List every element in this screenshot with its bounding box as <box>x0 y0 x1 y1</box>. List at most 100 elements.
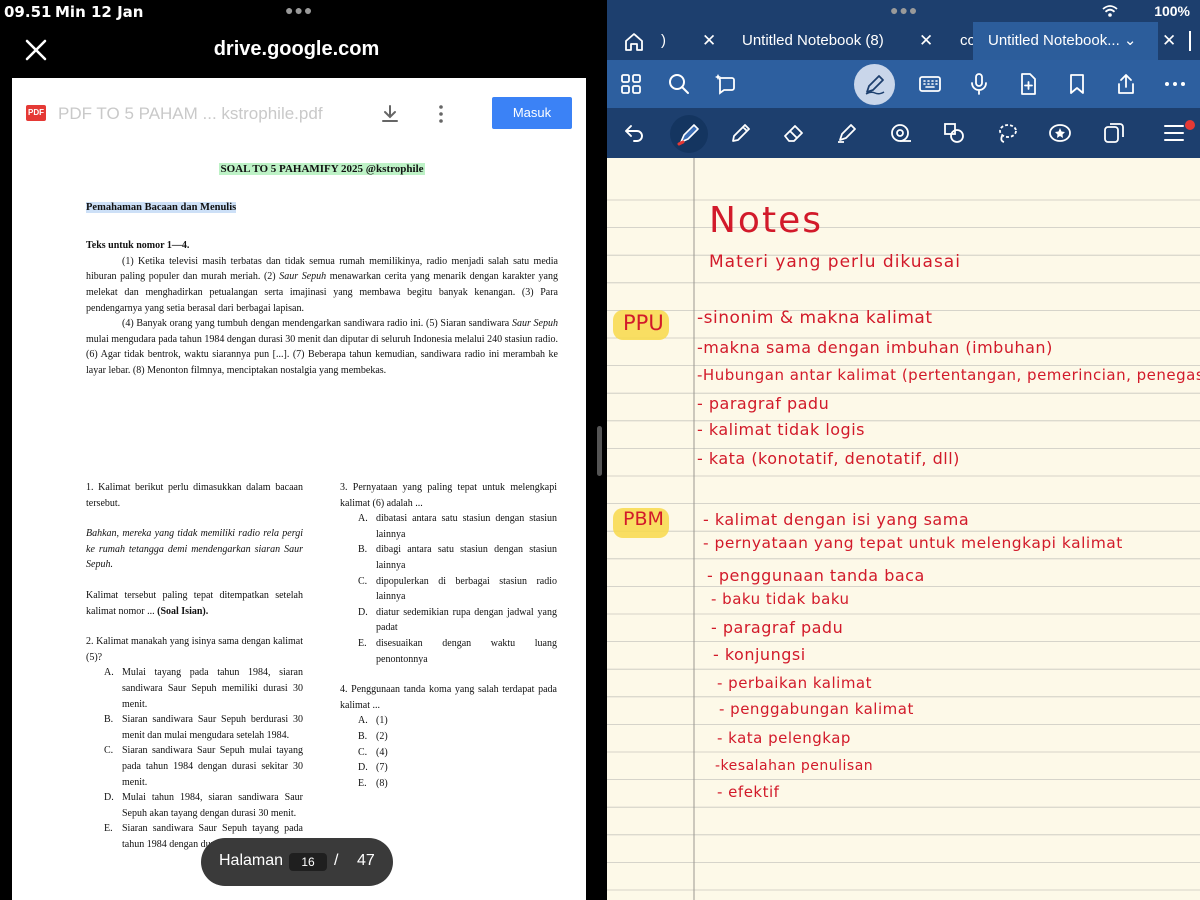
pbm-topic-item: - penggabungan kalimat <box>719 700 914 718</box>
highlighter-icon[interactable] <box>835 121 859 145</box>
tab-close-icon[interactable]: ✕ <box>702 22 716 60</box>
pbm-topic-item: - kalimat dengan isi yang sama <box>703 510 970 529</box>
eraser-icon[interactable] <box>782 121 806 145</box>
sticker-icon[interactable] <box>1048 121 1072 145</box>
share-icon[interactable] <box>1114 72 1138 96</box>
answer-option-letter: A. <box>358 513 368 525</box>
answer-option-text: dipopulerkan di berbagai stasiun radio l… <box>376 575 557 603</box>
answer-option-letter: E. <box>104 823 113 835</box>
question-3-options: A. dibatasi antara satu stasiun dengan st… <box>340 511 557 667</box>
answer-option-text: (4) <box>376 746 388 758</box>
drive-pdf-pane: 09.51 Min 12 Jan ●●● drive.google.com PD… <box>0 0 593 900</box>
section-heading-text: Pemahaman Bacaan dan Menulis <box>86 201 237 213</box>
tab-untitled-notebook-8[interactable]: Untitled Notebook (8) <box>742 22 884 60</box>
answer-option: B. Siaran sandiwara Saur Sepuh berdurasi … <box>86 712 303 743</box>
pbm-topic-item: - perbaikan kalimat <box>717 674 873 692</box>
pbm-topic-item: - pernyataan yang tepat untuk melengkapi… <box>703 534 1123 552</box>
answer-option-letter: D. <box>358 762 368 774</box>
pen-mode-icon[interactable] <box>863 72 887 96</box>
answer-option: B. dibagi antara satu stasiun dengan stas… <box>340 542 557 573</box>
search-icon[interactable] <box>667 72 691 96</box>
question-2-options: A. Mulai tayang pada tahun 1984, siaran s… <box>86 665 303 852</box>
grid-icon[interactable] <box>619 72 643 96</box>
microphone-icon[interactable] <box>967 72 991 96</box>
answer-option-text: diatur sedemikian rupa dengan jadwal yan… <box>376 606 557 634</box>
tab-active-label: Untitled Notebook... <box>988 32 1120 49</box>
total-pages: 47 <box>357 852 375 869</box>
signin-button[interactable]: Masuk <box>492 97 572 129</box>
home-icon[interactable] <box>622 30 646 54</box>
divider-handle[interactable] <box>597 426 602 476</box>
answer-option-text: (8) <box>376 777 388 789</box>
chevron-down-icon[interactable]: ⌄ <box>1124 32 1137 49</box>
split-divider[interactable] <box>593 0 607 900</box>
more-icon[interactable] <box>1163 72 1187 96</box>
answer-option: A. (1) <box>340 713 557 729</box>
pbm-topic-item: -kesalahan penulisan <box>715 758 874 774</box>
answer-option-letter: B. <box>358 730 368 742</box>
tape-icon[interactable] <box>889 121 913 145</box>
question-1-stem: 1. Kalimat berikut perlu dimasukkan dala… <box>86 482 303 509</box>
answer-option: B. (2) <box>340 729 557 745</box>
multitask-handle-right[interactable]: ●●● <box>890 2 918 18</box>
more-vertical-icon[interactable] <box>436 104 446 124</box>
answer-option-text: (1) <box>376 715 388 727</box>
tab-close-icon[interactable]: ✕ <box>919 22 933 60</box>
bookmark-icon[interactable] <box>1065 72 1089 96</box>
multitask-handle-left[interactable]: ●●● <box>285 2 313 18</box>
answer-option: E. (8) <box>340 776 557 792</box>
question-2-stem: 2. Kalimat manakah yang isinya sama deng… <box>86 636 303 663</box>
paragraph-1-italic: Saur Sepuh <box>279 271 327 283</box>
answer-option-letter: A. <box>104 667 114 679</box>
pbm-topic-item: - penggunaan tanda baca <box>707 566 925 585</box>
pdf-file-icon: PDF <box>26 105 46 121</box>
answer-option-text: dibatasi antara satu stasiun dengan stas… <box>376 513 557 540</box>
tab-overflow-indicator <box>1189 31 1200 51</box>
ppu-topic-item: -Hubungan antar kalimat (pertentangan, p… <box>697 366 1200 384</box>
add-page-icon[interactable] <box>1016 72 1040 96</box>
answer-option-letter: B. <box>358 544 368 556</box>
answer-option-letter: C. <box>358 575 368 587</box>
pbm-topic-item: - paragraf padu <box>711 618 844 637</box>
notebook-paper[interactable]: Notes Materi yang perlu dikuasai PPU PBM… <box>607 158 1200 900</box>
answer-option: D. diatur sedemikian rupa dengan jadwal y… <box>340 605 557 636</box>
image-icon[interactable] <box>1102 121 1126 145</box>
tab-close-icon[interactable]: ✕ <box>1162 22 1176 60</box>
ppu-topic-item: - kata (konotatif, denotatif, dll) <box>697 449 960 468</box>
status-date: Min 12 Jan <box>55 3 144 21</box>
notes-title: Notes <box>709 200 823 241</box>
paragraph-2-italic: Saur Sepuh <box>511 318 558 330</box>
download-icon[interactable] <box>380 104 400 124</box>
answer-option-text: Mulai tayang pada tahun 1984, siaran san… <box>122 667 303 710</box>
answer-option-text: (7) <box>376 762 388 774</box>
tab-untitled-notebook-active[interactable]: Untitled Notebook... ⌄ <box>973 22 1158 60</box>
lasso-icon[interactable] <box>995 121 1019 145</box>
answer-option-letter: D. <box>358 606 368 618</box>
page-indicator[interactable]: Halaman 16 / 47 <box>201 838 393 886</box>
undo-icon[interactable] <box>622 121 646 145</box>
answer-option-letter: E. <box>358 637 367 649</box>
ppu-topic-item: -sinonim & makna kalimat <box>697 308 933 328</box>
answer-option-text: Siaran sandiwara Saur Sepuh berdurasi 30… <box>122 714 303 741</box>
keyboard-icon[interactable] <box>918 72 942 96</box>
main-toolbar <box>607 60 1200 108</box>
notebook-pane: ●●● 100% ) ✕ Untitled Notebook (8) ✕ cc … <box>607 0 1200 900</box>
battery-percentage: 100% <box>1154 3 1190 19</box>
current-page-input[interactable]: 16 <box>289 853 327 871</box>
answer-option: C. (4) <box>340 745 557 761</box>
split-view-screen: 09.51 Min 12 Jan ●●● drive.google.com PD… <box>0 0 1200 900</box>
fountain-pen-icon[interactable] <box>677 122 701 146</box>
paragraph-2-start: (4) Banyak orang yang tumbuh dengan mend… <box>122 318 512 330</box>
passage-paragraph-2: (4) Banyak orang yang tumbuh dengan mend… <box>86 316 558 378</box>
section-heading: Pemahaman Bacaan dan Menulis <box>86 200 558 216</box>
question-1-quote: Bahkan, mereka yang tidak memiliki radio… <box>86 526 303 573</box>
passage-heading: Teks untuk nomor 1—4. <box>86 240 190 252</box>
pdf-page[interactable]: PDF PDF TO 5 PAHAM ... kstrophile.pdf Ma… <box>12 78 586 900</box>
pencil-icon[interactable] <box>729 121 753 145</box>
magic-ai-icon[interactable] <box>714 72 738 96</box>
tab-partial[interactable]: ) <box>661 22 671 60</box>
shapes-icon[interactable] <box>942 121 966 145</box>
passage-paragraph-1: (1) Ketika televisi masih terbatas dan t… <box>86 254 558 316</box>
answer-option-letter: E. <box>358 777 367 789</box>
settings-menu-icon[interactable] <box>1163 121 1187 145</box>
